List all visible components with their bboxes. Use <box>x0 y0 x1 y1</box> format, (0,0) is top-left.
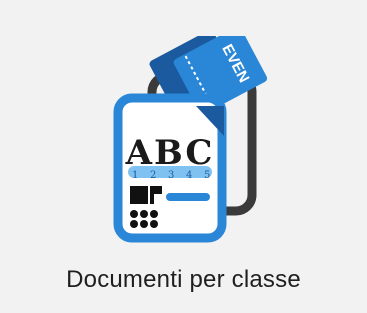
dot-shape <box>150 210 158 218</box>
number-1: 1 <box>132 170 138 181</box>
number-4: 4 <box>186 170 192 181</box>
abc-letters: ABC <box>125 133 215 173</box>
blue-bar-shape <box>166 193 210 201</box>
tile-label: Documenti per classe <box>66 266 301 293</box>
number-2: 2 <box>150 170 156 181</box>
number-3: 3 <box>168 170 174 181</box>
dot-shape <box>140 210 148 218</box>
dot-shape <box>130 210 138 218</box>
dot-shape <box>130 220 138 228</box>
number-5: 5 <box>204 170 210 181</box>
dot-shape <box>150 220 158 228</box>
documents-per-class-tile[interactable]: EVEN ABC 1 2 3 4 5 Documenti per classe <box>0 0 367 313</box>
documents-per-class-icon: EVEN ABC 1 2 3 4 5 <box>113 36 268 243</box>
dot-shape <box>140 220 148 228</box>
black-square-shape <box>130 186 148 204</box>
